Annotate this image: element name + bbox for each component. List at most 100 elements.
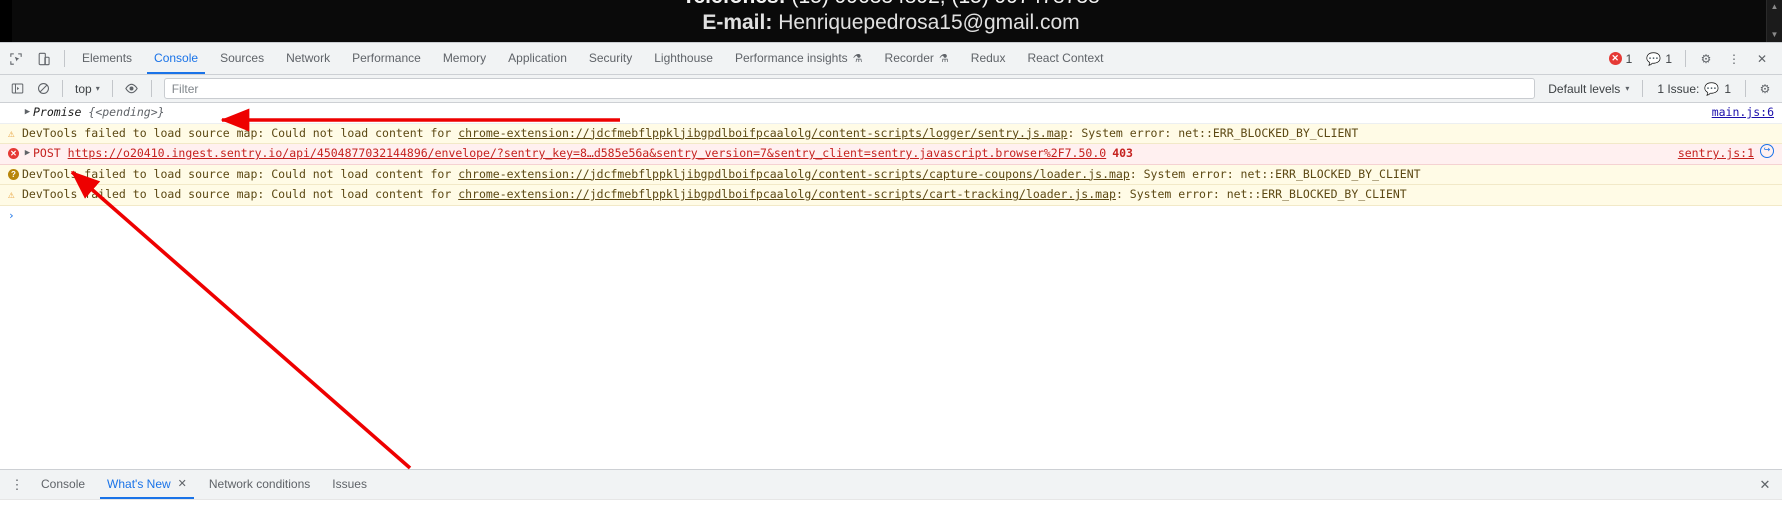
execution-context-label: top bbox=[75, 81, 92, 96]
network-request-info-icon[interactable]: ↪ bbox=[1760, 144, 1774, 158]
error-count-badge[interactable]: ✕ 1 bbox=[1602, 48, 1640, 70]
console-message-row[interactable]: ⚠ DevTools failed to load source map: Cou… bbox=[0, 185, 1782, 206]
tab-label: Sources bbox=[220, 51, 265, 65]
source-map-url-link[interactable]: chrome-extension://jdcfmebflppkljibgpdlb… bbox=[458, 187, 1116, 201]
web-page-viewport: Telefones: (15) 996334892, (15) 99747873… bbox=[0, 0, 1782, 42]
message-source-link[interactable]: main.js:6 bbox=[1712, 103, 1774, 123]
console-row-gutter bbox=[8, 103, 22, 123]
page-scrollbar[interactable]: ▲ ▼ bbox=[1766, 0, 1782, 42]
drawer-tab-what-s-new[interactable]: What's New ✕ bbox=[96, 470, 198, 499]
console-row-gutter: ⚠ bbox=[8, 124, 22, 144]
devtools-tab-console[interactable]: Console bbox=[143, 43, 209, 74]
drawer-tab-issues[interactable]: Issues bbox=[321, 470, 378, 499]
filterbar-divider-2 bbox=[111, 80, 113, 97]
message-bubble-icon: 💬 bbox=[1646, 51, 1662, 66]
devtools-tab-react-context[interactable]: React Context bbox=[1016, 43, 1114, 74]
message-prefix-text: DevTools failed to load source map: Coul… bbox=[22, 187, 459, 201]
devtools-tab-application[interactable]: Application bbox=[497, 43, 578, 74]
page-phone-line: Telefones: (15) 996334892, (15) 99747873… bbox=[0, 0, 1782, 10]
page-phone-label: Telefones: bbox=[682, 0, 785, 8]
console-message-list[interactable]: ▶ Promise {<pending>} main.js:6 ⚠ DevTools f… bbox=[0, 103, 1782, 469]
device-toolbar-icon[interactable] bbox=[30, 46, 58, 72]
chevron-down-icon: ▾ bbox=[1625, 84, 1630, 93]
console-row-gutter: ? bbox=[8, 165, 22, 185]
clear-console-icon[interactable] bbox=[30, 78, 56, 100]
drawer-tab-close-icon[interactable]: ✕ bbox=[178, 470, 187, 499]
devtools-tab-security[interactable]: Security bbox=[578, 43, 643, 74]
drawer-tab-network-conditions[interactable]: Network conditions bbox=[198, 470, 321, 499]
error-count-label: 1 bbox=[1625, 51, 1633, 66]
live-expression-eye-icon[interactable] bbox=[119, 78, 145, 100]
request-url-link[interactable]: https://o20410.ingest.sentry.io/api/4504… bbox=[68, 146, 1107, 160]
console-message-text: Promise {<pending>} bbox=[33, 103, 1702, 123]
console-settings-gear-icon[interactable]: ⚙ bbox=[1752, 78, 1778, 100]
issues-label: 1 Issue: bbox=[1657, 81, 1700, 96]
tab-label: Recorder bbox=[884, 51, 934, 65]
console-message-text: DevTools failed to load source map: Coul… bbox=[22, 185, 1774, 205]
devtools-tab-network[interactable]: Network bbox=[275, 43, 341, 74]
drawer-close-icon[interactable]: ✕ bbox=[1752, 473, 1778, 497]
close-icon[interactable]: ✕ bbox=[1748, 46, 1776, 72]
console-message-text: DevTools failed to load source map: Coul… bbox=[22, 124, 1774, 144]
page-email-line: E-mail: Henriquepedrosa15@gmail.com bbox=[0, 10, 1782, 36]
drawer-tab-console[interactable]: Console bbox=[30, 470, 96, 499]
error-circle-icon: ✕ bbox=[8, 148, 19, 160]
scroll-up-arrow-icon[interactable]: ▲ bbox=[1767, 0, 1782, 14]
message-count-badge[interactable]: 💬 1 bbox=[1639, 48, 1679, 70]
console-message-text: POST https://o20410.ingest.sentry.io/api… bbox=[33, 144, 1668, 164]
expand-triangle-icon[interactable]: ▶ bbox=[22, 144, 33, 164]
devtools-tab-performance-insights[interactable]: Performance insights ⚗ bbox=[724, 43, 874, 74]
devtools-tabbar-right: ✕ 1 💬 1 ⚙ ⋮ ✕ bbox=[1602, 46, 1780, 72]
console-sidebar-toggle-icon[interactable] bbox=[4, 78, 30, 100]
devtools-tab-performance[interactable]: Performance bbox=[341, 43, 432, 74]
inspect-element-icon[interactable] bbox=[2, 46, 30, 72]
issues-count: 1 bbox=[1724, 81, 1731, 96]
devtools-tab-redux[interactable]: Redux bbox=[960, 43, 1017, 74]
source-map-url-link[interactable]: chrome-extension://jdcfmebflppkljibgpdlb… bbox=[458, 126, 1067, 140]
devtools-tab-memory[interactable]: Memory bbox=[432, 43, 497, 74]
drawer-more-options-icon[interactable]: ⋮ bbox=[4, 473, 30, 497]
console-filter-input[interactable] bbox=[163, 78, 1536, 99]
experiment-flask-icon: ⚗ bbox=[938, 53, 949, 65]
drawer-tab-label: Network conditions bbox=[208, 477, 311, 491]
tab-label: Lighthouse bbox=[654, 51, 713, 65]
devtools-tab-lighthouse[interactable]: Lighthouse bbox=[643, 43, 724, 74]
devtools-tab-elements[interactable]: Elements bbox=[71, 43, 143, 74]
page-email-value: Henriquepedrosa15@gmail.com bbox=[778, 11, 1080, 34]
devtools-tab-list: Elements Console Sources Network Performance… bbox=[71, 43, 1602, 74]
console-row-gutter: ⚠ bbox=[8, 185, 22, 205]
devtools-tabbar: Elements Console Sources Network Performance… bbox=[0, 43, 1782, 75]
source-map-url-link[interactable]: chrome-extension://jdcfmebflppkljibgpdlb… bbox=[458, 167, 1130, 181]
log-levels-selector[interactable]: Default levels ▾ bbox=[1541, 78, 1636, 99]
gear-icon[interactable]: ⚙ bbox=[1692, 46, 1720, 72]
execution-context-selector[interactable]: top ▾ bbox=[69, 78, 106, 99]
console-message-row[interactable]: ✕ ▶ POST https://o20410.ingest.sentry.io/a… bbox=[0, 144, 1782, 165]
devtools-tab-recorder[interactable]: Recorder ⚗ bbox=[874, 43, 960, 74]
filterbar-divider-1 bbox=[62, 80, 63, 97]
page-contact-block: Telefones: (15) 996334892, (15) 99747873… bbox=[0, 0, 1782, 36]
expand-triangle-icon[interactable]: ▶ bbox=[22, 103, 33, 123]
experiment-flask-icon: ⚗ bbox=[852, 53, 863, 65]
drawer-tab-list: Console What's New ✕ Network conditions Issu… bbox=[30, 470, 1752, 499]
console-filter-toolbar: top ▾ Default levels ▾ 1 Issue: 💬 1 bbox=[0, 75, 1782, 103]
message-suffix-text: : System error: net::ERR_BLOCKED_BY_CLIE… bbox=[1115, 187, 1407, 201]
console-message-row[interactable]: ▶ Promise {<pending>} main.js:6 bbox=[0, 103, 1782, 124]
console-prompt-row[interactable]: › bbox=[0, 205, 1782, 226]
warning-triangle-icon: ⚠ bbox=[8, 126, 15, 140]
devtools-tab-sources[interactable]: Sources bbox=[209, 43, 275, 74]
message-source-link[interactable]: sentry.js:1 bbox=[1678, 144, 1754, 164]
more-options-icon[interactable]: ⋮ bbox=[1720, 46, 1748, 72]
tab-label: Elements bbox=[82, 51, 133, 65]
tab-label: Security bbox=[588, 51, 633, 65]
devtools-panel: Elements Console Sources Network Performance… bbox=[0, 42, 1782, 507]
console-message-row[interactable]: ⚠ DevTools failed to load source map: Cou… bbox=[0, 123, 1782, 144]
devtools-drawer: ⋮ Console What's New ✕ Network conditions Is… bbox=[0, 469, 1782, 499]
object-type-name: Promise bbox=[33, 105, 82, 119]
drawer-tab-label: What's New bbox=[107, 477, 171, 491]
filterbar-divider-3 bbox=[150, 80, 152, 97]
console-message-row[interactable]: ? DevTools failed to load source map: Cou… bbox=[0, 164, 1782, 185]
scroll-down-arrow-icon[interactable]: ▼ bbox=[1767, 28, 1782, 42]
issues-counter-chip[interactable]: 1 Issue: 💬 1 bbox=[1649, 78, 1739, 99]
object-preview: {<pending>} bbox=[81, 105, 165, 119]
message-prefix-text: DevTools failed to load source map: Coul… bbox=[22, 166, 459, 181]
